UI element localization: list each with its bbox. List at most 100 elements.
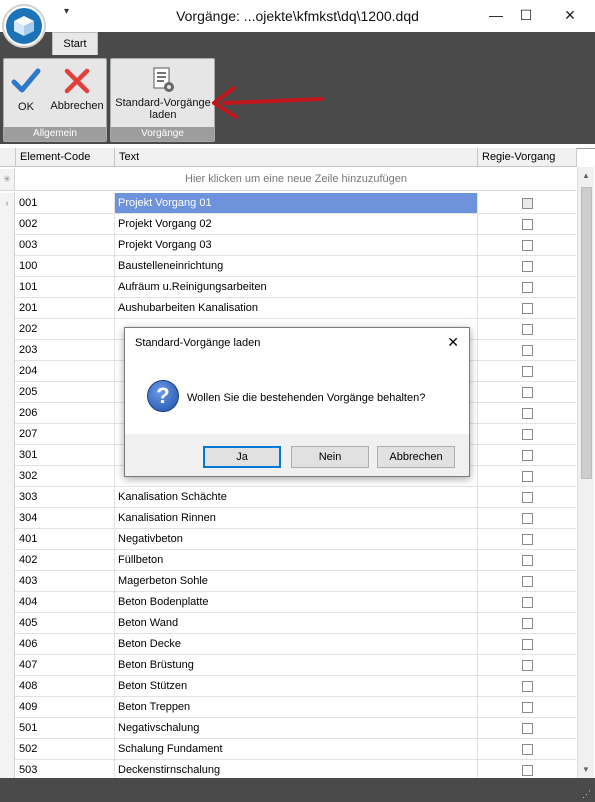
table-row[interactable]: 406 Beton Decke bbox=[0, 634, 576, 655]
regie-checkbox[interactable] bbox=[522, 723, 533, 734]
regie-checkbox[interactable] bbox=[522, 219, 533, 230]
row-indicator[interactable] bbox=[0, 739, 15, 760]
table-row[interactable]: 405 Beton Wand bbox=[0, 613, 576, 634]
column-header-element-code[interactable]: Element-Code bbox=[16, 148, 115, 167]
cell-text[interactable]: Kanalisation Rinnen bbox=[115, 508, 478, 528]
dialog-close-icon[interactable]: ✕ bbox=[447, 334, 459, 351]
table-row[interactable]: 002 Projekt Vorgang 02 bbox=[0, 214, 576, 235]
cell-element-code[interactable]: 406 bbox=[16, 634, 115, 654]
row-indicator[interactable] bbox=[0, 676, 15, 697]
cell-text[interactable]: Beton Wand bbox=[115, 613, 478, 633]
row-indicator[interactable] bbox=[0, 298, 15, 319]
cell-element-code[interactable]: 302 bbox=[16, 466, 115, 486]
cell-element-code[interactable]: 100 bbox=[16, 256, 115, 276]
cell-text[interactable]: Beton Bodenplatte bbox=[115, 592, 478, 612]
row-indicator[interactable] bbox=[0, 529, 15, 550]
cell-element-code[interactable]: 201 bbox=[16, 298, 115, 318]
regie-checkbox[interactable] bbox=[522, 555, 533, 566]
cell-text[interactable]: Beton Decke bbox=[115, 634, 478, 654]
row-indicator[interactable] bbox=[0, 508, 15, 529]
regie-checkbox[interactable] bbox=[522, 345, 533, 356]
regie-checkbox[interactable] bbox=[522, 387, 533, 398]
row-indicator[interactable] bbox=[0, 571, 15, 592]
cell-text[interactable]: Beton Treppen bbox=[115, 697, 478, 717]
regie-checkbox[interactable] bbox=[522, 660, 533, 671]
cell-element-code[interactable]: 405 bbox=[16, 613, 115, 633]
row-indicator[interactable] bbox=[0, 340, 15, 361]
cell-element-code[interactable]: 303 bbox=[16, 487, 115, 507]
regie-checkbox[interactable] bbox=[522, 471, 533, 482]
column-header-regie-vorgang[interactable]: Regie-Vorgang bbox=[478, 148, 577, 167]
regie-checkbox[interactable] bbox=[522, 429, 533, 440]
regie-checkbox[interactable] bbox=[522, 513, 533, 524]
cell-element-code[interactable]: 205 bbox=[16, 382, 115, 402]
table-row[interactable]: 003 Projekt Vorgang 03 bbox=[0, 235, 576, 256]
table-row[interactable]: 401 Negativbeton bbox=[0, 529, 576, 550]
regie-checkbox[interactable] bbox=[522, 450, 533, 461]
table-row[interactable]: › 001 Projekt Vorgang 01 bbox=[0, 193, 576, 214]
cell-text[interactable]: Projekt Vorgang 02 bbox=[115, 214, 478, 234]
cell-text[interactable]: Projekt Vorgang 03 bbox=[115, 235, 478, 255]
row-indicator[interactable] bbox=[0, 235, 15, 256]
row-indicator[interactable] bbox=[0, 424, 15, 445]
cell-element-code[interactable]: 101 bbox=[16, 277, 115, 297]
app-menu-button[interactable] bbox=[2, 4, 46, 48]
resize-grip-icon[interactable]: ⋰ bbox=[582, 789, 591, 800]
cell-text[interactable]: Schalung Fundament bbox=[115, 739, 478, 759]
table-row[interactable]: 304 Kanalisation Rinnen bbox=[0, 508, 576, 529]
nein-button[interactable]: Nein bbox=[291, 446, 369, 468]
cell-text[interactable]: Kanalisation Schächte bbox=[115, 487, 478, 507]
cell-element-code[interactable]: 501 bbox=[16, 718, 115, 738]
cell-element-code[interactable]: 204 bbox=[16, 361, 115, 381]
scroll-up-icon[interactable]: ▲ bbox=[582, 171, 590, 180]
table-row[interactable]: 303 Kanalisation Schächte bbox=[0, 487, 576, 508]
table-row[interactable]: 201 Aushubarbeiten Kanalisation bbox=[0, 298, 576, 319]
tab-start[interactable]: Start bbox=[52, 32, 98, 55]
regie-checkbox[interactable] bbox=[522, 366, 533, 377]
regie-checkbox[interactable] bbox=[522, 408, 533, 419]
table-row[interactable]: 403 Magerbeton Sohle bbox=[0, 571, 576, 592]
table-row[interactable]: 408 Beton Stützen bbox=[0, 676, 576, 697]
row-indicator[interactable] bbox=[0, 214, 15, 235]
table-row[interactable]: 407 Beton Brüstung bbox=[0, 655, 576, 676]
cell-element-code[interactable]: 402 bbox=[16, 550, 115, 570]
cell-text[interactable]: Projekt Vorgang 01 bbox=[115, 193, 478, 213]
table-row[interactable]: 501 Negativschalung bbox=[0, 718, 576, 739]
regie-checkbox[interactable] bbox=[522, 492, 533, 503]
minimize-button[interactable]: — bbox=[482, 4, 510, 26]
regie-checkbox[interactable] bbox=[522, 765, 533, 776]
cell-text[interactable]: Aushubarbeiten Kanalisation bbox=[115, 298, 478, 318]
table-row[interactable]: 409 Beton Treppen bbox=[0, 697, 576, 718]
regie-checkbox[interactable] bbox=[522, 681, 533, 692]
row-indicator[interactable] bbox=[0, 718, 15, 739]
standard-vorgaenge-laden-button[interactable]: Standard-Vorgänge laden bbox=[113, 63, 213, 125]
row-indicator[interactable] bbox=[0, 277, 15, 298]
cell-element-code[interactable]: 202 bbox=[16, 319, 115, 339]
cell-element-code[interactable]: 002 bbox=[16, 214, 115, 234]
row-indicator[interactable]: › bbox=[0, 193, 15, 214]
row-indicator[interactable] bbox=[0, 592, 15, 613]
regie-checkbox[interactable] bbox=[522, 261, 533, 272]
regie-checkbox[interactable] bbox=[522, 282, 533, 293]
cell-text[interactable]: Negativschalung bbox=[115, 718, 478, 738]
cell-element-code[interactable]: 408 bbox=[16, 676, 115, 696]
vertical-scrollbar[interactable]: ▲ ▼ bbox=[577, 167, 594, 778]
cell-element-code[interactable]: 404 bbox=[16, 592, 115, 612]
row-indicator[interactable] bbox=[0, 697, 15, 718]
regie-checkbox[interactable] bbox=[522, 240, 533, 251]
cell-text[interactable]: Deckenstirnschalung bbox=[115, 760, 478, 780]
cell-text[interactable]: Magerbeton Sohle bbox=[115, 571, 478, 591]
cell-element-code[interactable]: 409 bbox=[16, 697, 115, 717]
regie-checkbox[interactable] bbox=[522, 744, 533, 755]
row-indicator[interactable] bbox=[0, 445, 15, 466]
row-indicator[interactable] bbox=[0, 550, 15, 571]
cell-element-code[interactable]: 403 bbox=[16, 571, 115, 591]
row-indicator[interactable] bbox=[0, 361, 15, 382]
new-row[interactable]: ✳ Hier klicken um eine neue Zeile hinzuz… bbox=[0, 169, 576, 191]
regie-checkbox[interactable] bbox=[522, 576, 533, 587]
cell-element-code[interactable]: 407 bbox=[16, 655, 115, 675]
cell-text[interactable]: Füllbeton bbox=[115, 550, 478, 570]
cell-element-code[interactable]: 003 bbox=[16, 235, 115, 255]
cell-element-code[interactable]: 502 bbox=[16, 739, 115, 759]
table-row[interactable]: 100 Baustelleneinrichtung bbox=[0, 256, 576, 277]
